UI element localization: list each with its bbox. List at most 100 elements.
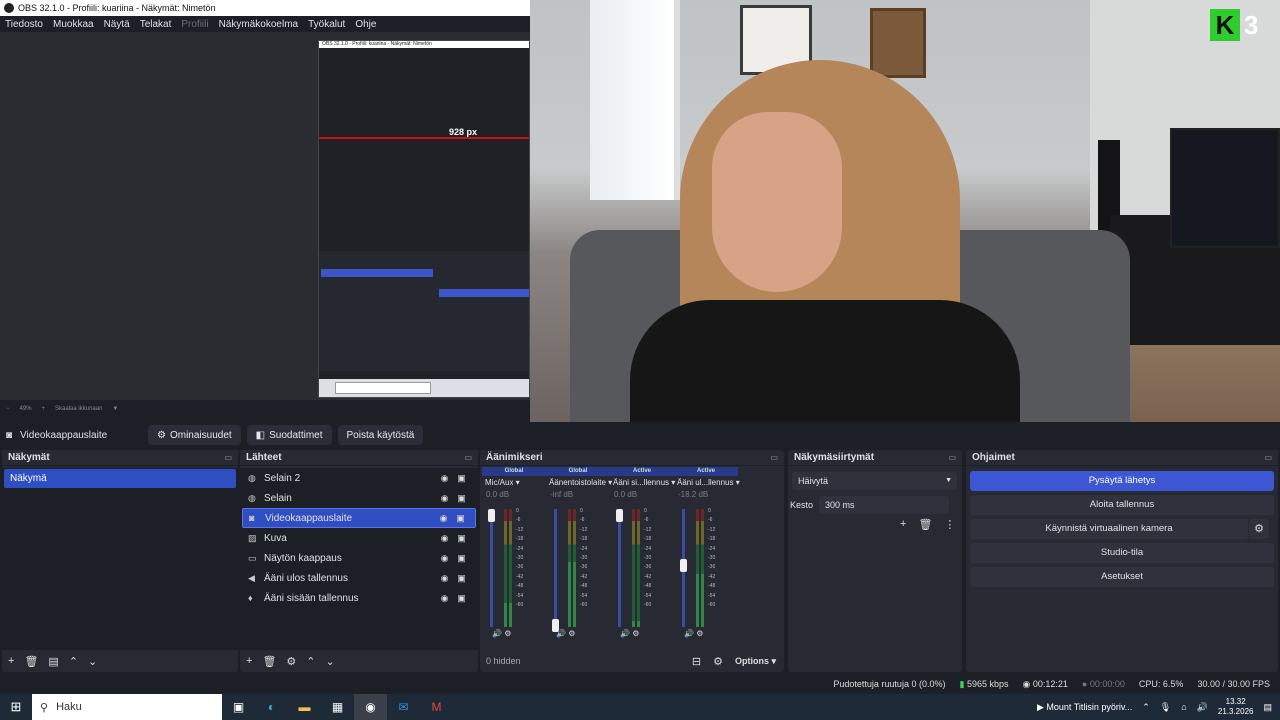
scale-mode[interactable]: Skaalaa ikkunaan [55, 406, 102, 412]
volume-icon[interactable]: 🔊 [556, 629, 566, 638]
taskbar-search[interactable]: ⚲ Haku [32, 694, 222, 720]
channel-name[interactable]: Mic/Aux ▾ [482, 476, 546, 489]
chevron-up-icon[interactable]: ⌃ [1142, 702, 1150, 713]
visibility-eye-icon[interactable]: ◉ [436, 533, 453, 544]
volume-fader-knob[interactable] [680, 558, 687, 572]
menu-view[interactable]: Näytä [99, 19, 135, 30]
gear-icon[interactable]: ⚙ [696, 629, 703, 638]
volume-icon[interactable]: 🔊 [620, 629, 630, 638]
advanced-audio-icon[interactable]: ⚙ [713, 655, 723, 668]
visibility-eye-icon[interactable]: ◉ [436, 593, 453, 604]
menu-help[interactable]: Ohje [350, 19, 381, 30]
trash-icon[interactable]: 🗑 [262, 655, 276, 668]
menu-scene-collection[interactable]: Näkymäkokoelma [214, 19, 303, 30]
task-view-icon[interactable]: ▣ [222, 694, 255, 720]
add-icon[interactable]: + [246, 655, 252, 667]
menu-edit[interactable]: Muokkaa [48, 19, 99, 30]
filters-button[interactable]: ◧ Suodattimet [246, 425, 332, 445]
chevron-down-icon[interactable]: ▼ [112, 406, 118, 412]
filter-icon[interactable]: ▤ [48, 655, 58, 668]
stop-stream-button[interactable]: Pysäytä lähetys [970, 471, 1274, 491]
lock-icon[interactable]: ▣ [453, 593, 470, 604]
menu-docks[interactable]: Telakat [135, 19, 177, 30]
duration-input[interactable]: 300 ms [819, 496, 950, 514]
edge-browser-icon[interactable]: ◐ [255, 694, 288, 720]
store-icon[interactable]: ▦ [321, 694, 354, 720]
move-down-icon[interactable]: ⌄ [88, 655, 97, 668]
volume-fader-knob[interactable] [488, 509, 495, 522]
move-up-icon[interactable]: ⌃ [306, 655, 315, 668]
gmail-icon[interactable]: M [420, 694, 453, 720]
virtual-camera-button[interactable]: Käynnistä virtuaalinen kamera [970, 519, 1248, 539]
source-item[interactable]: ◍ Selain 2 ◉ ▣ [242, 468, 476, 488]
source-item[interactable]: ▨ Kuva ◉ ▣ [242, 528, 476, 548]
move-up-icon[interactable]: ⌃ [69, 655, 78, 668]
add-icon[interactable]: + [900, 518, 906, 531]
notification-ticker[interactable]: ▶ Mount Titlisin pyöriv... [1037, 702, 1132, 713]
lock-icon[interactable]: ▣ [453, 553, 470, 564]
source-item[interactable]: ◀ Ääni ulos tallennus ◉ ▣ [242, 568, 476, 588]
notifications-icon[interactable]: ▤ [1263, 702, 1272, 713]
volume-icon[interactable]: 🔊 [1197, 702, 1208, 713]
dock-menu-icon[interactable]: ▭ [1264, 453, 1272, 462]
dock-menu-icon[interactable]: ▭ [224, 453, 232, 462]
scene-item[interactable]: Näkymä [4, 469, 236, 488]
mail-icon[interactable]: ✉ [387, 694, 420, 720]
visibility-eye-icon[interactable]: ◉ [436, 573, 453, 584]
zoom-out-button[interactable]: − [6, 406, 10, 412]
visibility-eye-icon[interactable]: ◉ [436, 493, 453, 504]
gear-icon[interactable]: ⚙ [568, 629, 575, 638]
source-item[interactable]: ◍ Selain ◉ ▣ [242, 488, 476, 508]
lock-icon[interactable]: ▣ [453, 493, 470, 504]
options-button[interactable]: Options ▾ [735, 656, 776, 667]
dock-menu-icon[interactable]: ▭ [948, 453, 956, 462]
volume-fader-track[interactable] [554, 509, 557, 627]
channel-name[interactable]: Äänentoistolaite ▾ [546, 476, 612, 489]
menu-tools[interactable]: Työkalut [303, 19, 350, 30]
gear-icon[interactable]: ⚙ [1249, 519, 1269, 539]
visibility-eye-icon[interactable]: ◉ [436, 473, 453, 484]
gear-icon[interactable]: ⚙ [286, 655, 296, 668]
lock-icon[interactable]: ▣ [453, 573, 470, 584]
volume-icon[interactable]: 🔊 [492, 629, 502, 638]
start-recording-button[interactable]: Aloita tallennus [970, 495, 1274, 515]
network-icon[interactable]: ⌂ [1181, 702, 1186, 712]
source-item[interactable]: ▭ Näytön kaappaus ◉ ▣ [242, 548, 476, 568]
settings-button[interactable]: Asetukset [970, 567, 1274, 587]
source-item[interactable]: ◙ Videokaappauslaite ◉ ▣ [242, 508, 476, 528]
webcam-feed[interactable]: K 3 [530, 0, 1280, 422]
visibility-eye-icon[interactable]: ◉ [435, 513, 452, 524]
windows-start-icon[interactable]: ⊞ [0, 699, 32, 715]
layout-icon[interactable]: ⊟ [692, 655, 701, 668]
more-icon[interactable]: ⋮ [944, 518, 955, 531]
gear-icon[interactable]: ⚙ [632, 629, 639, 638]
volume-fader-track[interactable] [618, 509, 621, 627]
dock-menu-icon[interactable]: ▭ [464, 453, 472, 462]
transition-select[interactable]: Häivytä ▼ [792, 472, 957, 490]
studio-mode-button[interactable]: Studio-tila [970, 543, 1274, 563]
obs-taskbar-icon[interactable]: ◉ [354, 694, 387, 720]
properties-button[interactable]: ⚙ Ominaisuudet [148, 425, 241, 445]
menu-profile[interactable]: Profiili [176, 19, 213, 30]
trash-icon[interactable]: 🗑 [918, 518, 932, 531]
channel-name[interactable]: Ääni si...llennus ▾ [610, 476, 675, 489]
move-down-icon[interactable]: ⌄ [326, 655, 335, 668]
volume-fader-knob[interactable] [616, 509, 623, 522]
gear-icon[interactable]: ⚙ [504, 629, 511, 638]
lock-icon[interactable]: ▣ [453, 533, 470, 544]
taskbar-clock[interactable]: 13.32 21.3.2026 [1218, 697, 1254, 717]
microphone-icon[interactable]: 🎙 [1160, 702, 1171, 713]
lock-icon[interactable]: ▣ [453, 473, 470, 484]
dock-menu-icon[interactable]: ▭ [770, 453, 778, 462]
zoom-in-button[interactable]: + [42, 406, 46, 412]
volume-fader-track[interactable] [490, 509, 493, 627]
trash-icon[interactable]: 🗑 [24, 655, 38, 668]
lock-icon[interactable]: ▣ [452, 513, 469, 524]
file-explorer-icon[interactable]: ▬ [288, 694, 321, 720]
menu-file[interactable]: Tiedosto [0, 19, 48, 30]
source-item[interactable]: ♦ Ääni sisään tallennus ◉ ▣ [242, 588, 476, 608]
channel-name[interactable]: Ääni ul...llennus ▾ [674, 476, 740, 489]
volume-icon[interactable]: 🔊 [684, 629, 694, 638]
add-icon[interactable]: + [8, 655, 14, 667]
visibility-eye-icon[interactable]: ◉ [436, 553, 453, 564]
